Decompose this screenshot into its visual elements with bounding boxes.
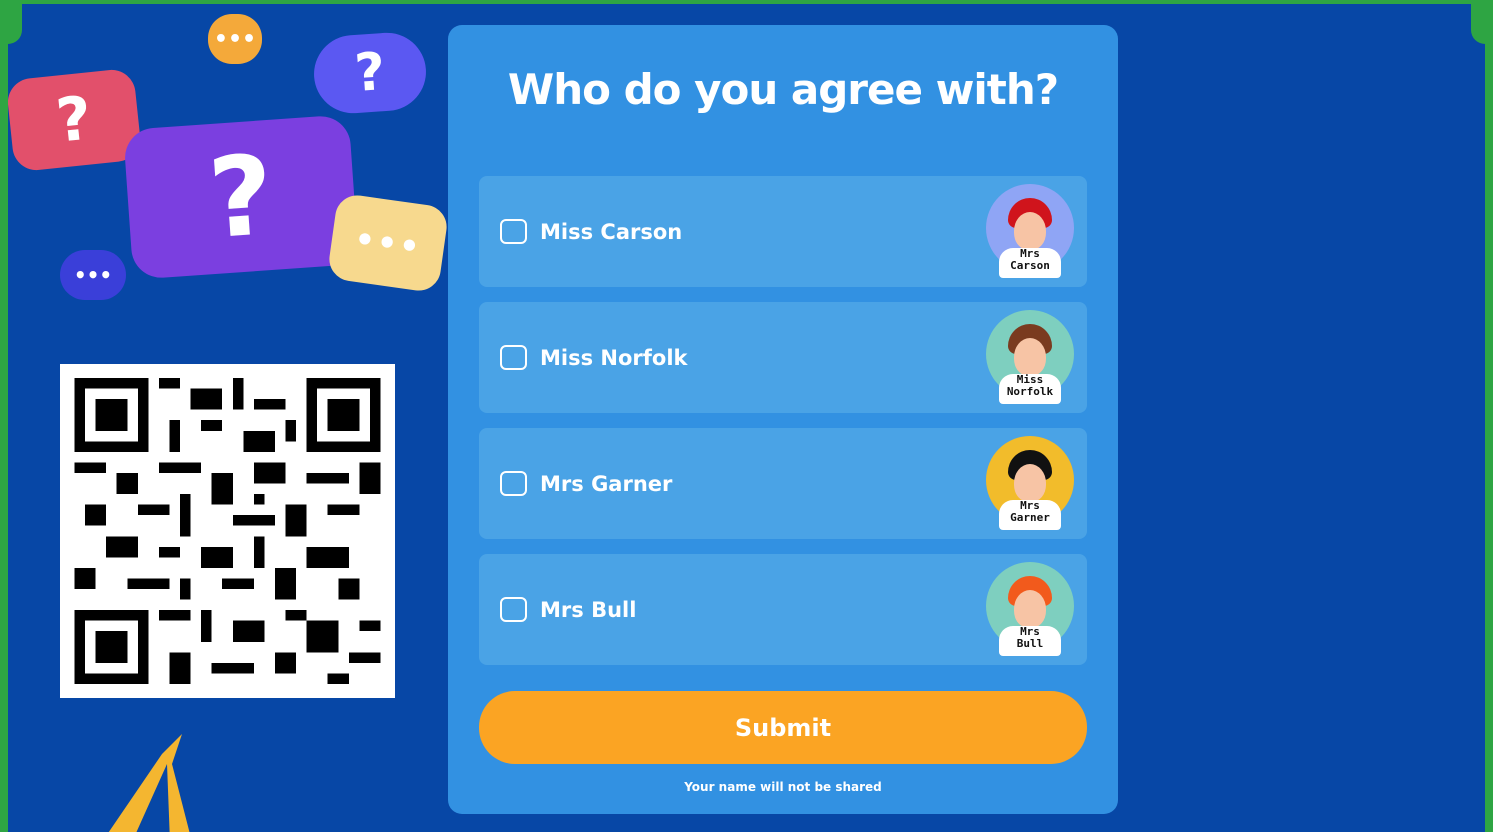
avatar-name-tag: Mrs <box>1020 246 1040 260</box>
option-label: Miss Carson <box>540 219 683 244</box>
option-label: Miss Norfolk <box>540 345 688 370</box>
question-bubble-icon: ? <box>311 30 429 116</box>
poll-card: Who do you agree with? Miss Carson Mrs Ca… <box>448 25 1118 814</box>
corner-decoration <box>8 4 22 44</box>
avatar: Mrs Garner <box>983 434 1077 534</box>
avatar-name-tag: Mrs <box>1020 498 1040 512</box>
avatar: Miss Norfolk <box>983 308 1077 408</box>
avatar-name-tag: Bull <box>1016 636 1044 650</box>
option-miss-norfolk[interactable]: Miss Norfolk Miss Norfolk <box>479 302 1087 413</box>
speech-bubble-icon: ••• <box>326 192 450 294</box>
question-bubble-icon: ? <box>123 114 359 280</box>
option-mrs-bull[interactable]: Mrs Bull Mrs Bull <box>479 554 1087 665</box>
options-list: Miss Carson Mrs Carson Miss Norfolk Miss… <box>479 176 1087 665</box>
checkbox[interactable] <box>500 597 527 622</box>
avatar-name-tag: Garner <box>1010 510 1050 524</box>
privacy-note: Your name will not be shared <box>684 780 882 794</box>
avatar-name-tag: Norfolk <box>1006 384 1054 398</box>
checkbox[interactable] <box>500 345 527 370</box>
avatar-name-tag: Carson <box>1010 258 1050 272</box>
corner-decoration <box>1471 4 1485 44</box>
submit-button[interactable]: Submit <box>479 691 1087 764</box>
checkbox[interactable] <box>500 471 527 496</box>
doodle-icon <box>108 734 190 832</box>
question-bubble-icon: ? <box>8 67 143 173</box>
option-miss-carson[interactable]: Miss Carson Mrs Carson <box>479 176 1087 287</box>
speech-bubble-icon: ••• <box>60 250 126 300</box>
poll-title: Who do you agree with? <box>507 65 1059 114</box>
avatar-name-tag: Miss <box>1016 372 1044 386</box>
slide-canvas: ••• ? ? ? ••• ••• Who do you agree with?… <box>8 4 1485 832</box>
checkbox[interactable] <box>500 219 527 244</box>
speech-bubble-icon: ••• <box>208 14 262 64</box>
qr-code <box>60 364 395 698</box>
avatar: Mrs Bull <box>983 560 1077 660</box>
avatar: Mrs Carson <box>983 182 1077 282</box>
option-label: Mrs Garner <box>540 471 673 496</box>
avatar-name-tag: Mrs <box>1020 624 1040 638</box>
option-label: Mrs Bull <box>540 597 637 622</box>
option-mrs-garner[interactable]: Mrs Garner Mrs Garner <box>479 428 1087 539</box>
